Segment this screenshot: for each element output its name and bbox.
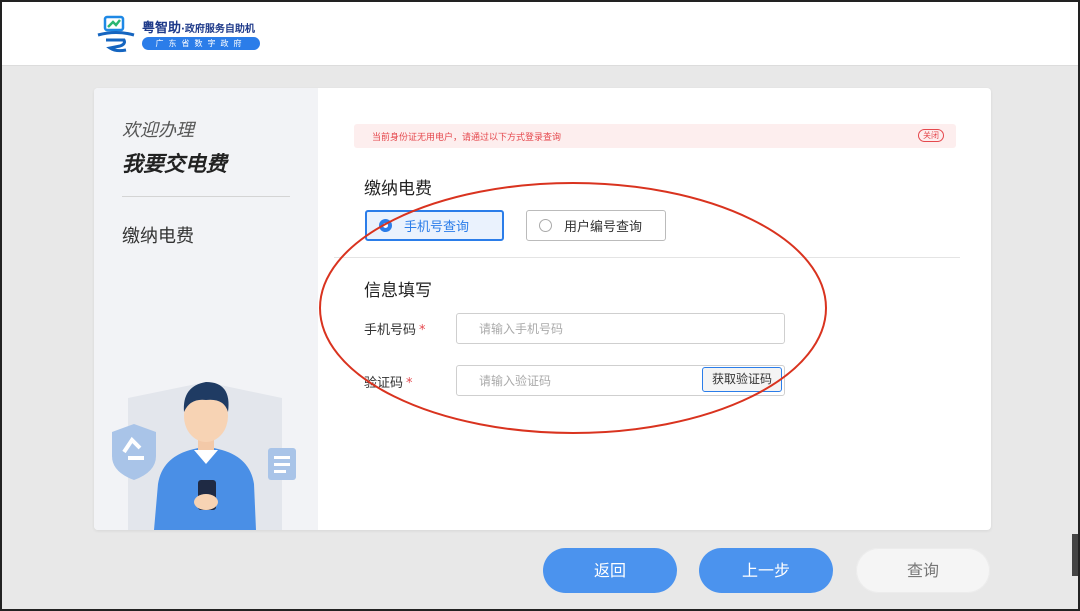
account-number-query-label: 用户编号查询 bbox=[564, 220, 643, 235]
radio-unselected-icon bbox=[539, 219, 552, 232]
main-card: 欢迎办理 我要交电费 缴纳电费 当前身份证无用电户，请通过以下方式登录查询 关闭… bbox=[94, 88, 991, 530]
service-person-illustration bbox=[112, 382, 296, 530]
notice-text: 当前身份证无用电户，请通过以下方式登录查询 bbox=[372, 133, 562, 143]
query-button[interactable]: 查询 bbox=[856, 548, 990, 593]
get-verification-code-button[interactable]: 获取验证码 bbox=[702, 367, 782, 392]
top-bar: 粤智助·政府服务自助机 广东省数字政府 bbox=[2, 2, 1078, 66]
yue-logo-icon bbox=[97, 15, 135, 53]
payment-section-title: 缴纳电费 bbox=[364, 179, 432, 199]
required-mark: * bbox=[406, 376, 413, 391]
edge-scroll-handle bbox=[1072, 534, 1078, 576]
account-number-query-option[interactable]: 用户编号查询 bbox=[526, 210, 666, 241]
required-mark: * bbox=[419, 323, 426, 338]
notice-close-button[interactable]: 关闭 bbox=[918, 129, 944, 142]
sidebar-item-pay-electricity[interactable]: 缴纳电费 bbox=[122, 222, 194, 248]
left-panel: 欢迎办理 我要交电费 缴纳电费 bbox=[94, 88, 318, 530]
previous-step-button[interactable]: 上一步 bbox=[699, 548, 833, 593]
phone-label-text: 手机号码 bbox=[364, 323, 417, 338]
left-divider bbox=[122, 196, 290, 197]
notice-banner: 当前身份证无用电户，请通过以下方式登录查询 关闭 bbox=[354, 124, 956, 148]
welcome-label: 欢迎办理 bbox=[122, 120, 194, 141]
brand-name: 粤智助·政府服务自助机 bbox=[142, 17, 255, 36]
service-title: 我要交电费 bbox=[122, 152, 227, 176]
brand-tag: 广东省数字政府 bbox=[142, 37, 260, 50]
radio-selected-icon bbox=[379, 219, 392, 232]
phone-query-label: 手机号查询 bbox=[404, 220, 470, 235]
info-section-title: 信息填写 bbox=[364, 281, 432, 301]
code-field-label: 验证码 * bbox=[364, 372, 413, 391]
phone-field-label: 手机号码 * bbox=[364, 319, 426, 338]
code-label-text: 验证码 bbox=[364, 376, 404, 391]
phone-number-input[interactable] bbox=[456, 313, 785, 344]
section-divider bbox=[334, 257, 960, 258]
phone-query-option[interactable]: 手机号查询 bbox=[365, 210, 504, 241]
back-button[interactable]: 返回 bbox=[543, 548, 677, 593]
brand-subtitle: ·政府服务自助机 bbox=[181, 24, 255, 35]
brand-name-text: 粤智助 bbox=[142, 21, 182, 36]
